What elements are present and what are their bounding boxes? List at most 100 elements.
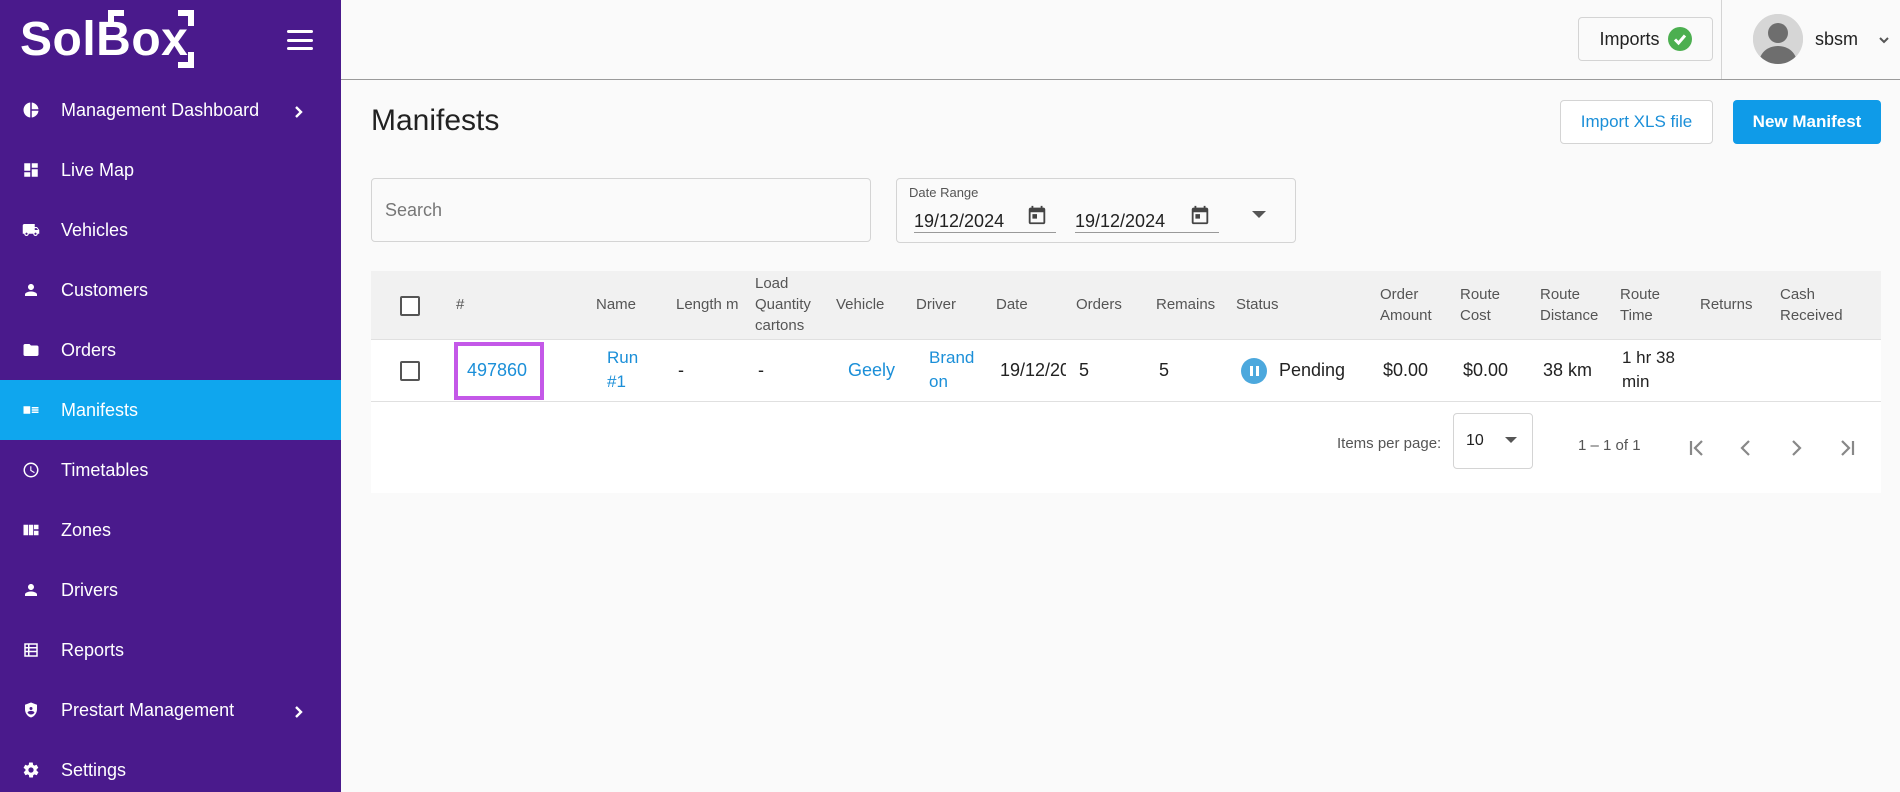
col-line: Received (1780, 307, 1843, 324)
sidebar-nav: Management Dashboard Live Map Vehicles C… (0, 80, 341, 792)
driver-link[interactable]: Brand on (929, 346, 974, 394)
sidebar-item-label: Settings (61, 759, 127, 780)
col-returns[interactable]: Returns (1700, 294, 1753, 315)
col-load-line: Quantity (755, 296, 811, 313)
person-icon (22, 581, 40, 599)
col-cash-received[interactable]: Cash Received (1780, 284, 1843, 326)
new-manifest-button[interactable]: New Manifest (1733, 100, 1881, 144)
sidebar-item-reports[interactable]: Reports (0, 620, 341, 680)
chevron-down-icon (1878, 33, 1890, 45)
sidebar-item-drivers[interactable]: Drivers (0, 560, 341, 620)
sidebar-item-settings[interactable]: Settings (0, 740, 341, 792)
row-checkbox[interactable] (400, 361, 420, 381)
route-time-line: min (1622, 372, 1650, 391)
col-line: Route (1620, 286, 1661, 303)
chevron-down-icon (1505, 437, 1517, 443)
select-all-checkbox[interactable] (400, 296, 420, 316)
imports-button[interactable]: Imports (1578, 17, 1713, 61)
calendar-icon[interactable] (1026, 203, 1048, 227)
col-vehicle[interactable]: Vehicle (836, 294, 884, 315)
sidebar-item-orders[interactable]: Orders (0, 320, 341, 380)
sidebar-item-label: Timetables (61, 459, 149, 480)
previous-page-icon[interactable] (1731, 433, 1761, 463)
table-icon (22, 641, 40, 659)
first-page-icon[interactable] (1682, 433, 1712, 463)
sidebar-item-label: Live Map (61, 159, 135, 180)
end-date-input[interactable]: 19/12/2024 (1075, 203, 1219, 233)
page-size-value: 10 (1466, 432, 1484, 449)
truck-icon (22, 221, 40, 239)
next-page-icon[interactable] (1781, 433, 1811, 463)
search-input[interactable] (372, 179, 870, 241)
user-menu[interactable]: sbsm (1753, 14, 1890, 64)
page-size-select[interactable]: 10 (1453, 413, 1533, 469)
cell-date: 19/12/20 (1000, 360, 1066, 380)
manifest-id-link[interactable]: 497860 (467, 358, 527, 382)
zones-icon (22, 521, 40, 539)
col-driver[interactable]: Driver (916, 294, 956, 315)
cell-route-distance: 38 km (1543, 360, 1593, 380)
col-order-amount[interactable]: Order Amount (1380, 284, 1432, 326)
imports-label: Imports (1599, 28, 1660, 49)
table-header: # Name Length m Load Quantity cartons Ve… (371, 271, 1881, 340)
cell-order-amount: $0.00 (1383, 360, 1429, 380)
col-line: Amount (1380, 307, 1432, 324)
col-route-distance[interactable]: Route Distance (1540, 284, 1598, 326)
col-orders[interactable]: Orders (1076, 294, 1122, 315)
check-circle-icon (1667, 27, 1692, 51)
pause-icon (1241, 358, 1267, 384)
folder-icon (22, 341, 40, 359)
import-xls-button[interactable]: Import XLS file (1560, 100, 1713, 144)
solbox-logo[interactable]: SolBox (20, 10, 194, 68)
name-line: #1 (607, 372, 626, 391)
sidebar-item-label: Management Dashboard (61, 99, 260, 120)
start-date-input[interactable]: 19/12/2024 (914, 203, 1056, 233)
sidebar-item-customers[interactable]: Customers (0, 260, 341, 320)
col-status[interactable]: Status (1236, 294, 1279, 315)
name-line: Run (607, 348, 639, 367)
col-load-line: Load (755, 275, 789, 292)
col-route-cost[interactable]: Route Cost (1460, 284, 1500, 326)
calendar-icon[interactable] (1189, 203, 1211, 227)
chevron-right-icon (291, 703, 305, 718)
col-load-line: cartons (755, 317, 805, 334)
sidebar-item-vehicles[interactable]: Vehicles (0, 200, 341, 260)
col-length[interactable]: Length m (676, 294, 739, 315)
vehicle-link[interactable]: Geely (848, 358, 895, 382)
sidebar-item-prestart-management[interactable]: Prestart Management (0, 680, 341, 740)
cell-length: - (678, 360, 684, 380)
cell-load: - (758, 360, 764, 380)
sidebar-item-manifests[interactable]: Manifests (0, 380, 341, 440)
last-page-icon[interactable] (1832, 433, 1862, 463)
sidebar-item-label: Vehicles (61, 219, 129, 240)
sidebar-item-label: Manifests (61, 399, 139, 420)
sidebar-item-timetables[interactable]: Timetables (0, 440, 341, 500)
route-time-line: 1 hr 38 (1622, 348, 1675, 367)
col-id[interactable]: # (456, 294, 464, 315)
search-field (371, 178, 871, 242)
sidebar-item-management-dashboard[interactable]: Management Dashboard (0, 80, 341, 140)
menu-toggle-icon[interactable] (287, 30, 313, 50)
col-date[interactable]: Date (996, 294, 1028, 315)
user-name: sbsm (1815, 28, 1859, 49)
manifest-icon (22, 401, 40, 419)
sidebar-item-live-map[interactable]: Live Map (0, 140, 341, 200)
table-row[interactable]: 497860 Run #1 - - Geely Brand on 19/12/2… (371, 340, 1881, 402)
cell-route-cost: $0.00 (1463, 360, 1509, 380)
driver-line: Brand (929, 348, 975, 367)
sidebar-item-zones[interactable]: Zones (0, 500, 341, 560)
logo-bracket (108, 10, 124, 26)
col-load[interactable]: Load Quantity cartons (755, 273, 811, 336)
col-line: Route (1460, 286, 1501, 303)
col-name[interactable]: Name (596, 294, 636, 315)
col-line: Order (1380, 286, 1419, 303)
col-remains[interactable]: Remains (1156, 294, 1215, 315)
col-line: Time (1620, 307, 1653, 324)
date-range-dropdown-icon[interactable] (1252, 211, 1266, 218)
items-per-page-label: Items per page: (1337, 435, 1442, 452)
col-route-time[interactable]: Route Time (1620, 284, 1660, 326)
clock-icon (22, 461, 40, 479)
col-line: Route (1540, 286, 1581, 303)
person-icon (22, 281, 40, 299)
manifest-name-link[interactable]: Run #1 (607, 346, 638, 394)
